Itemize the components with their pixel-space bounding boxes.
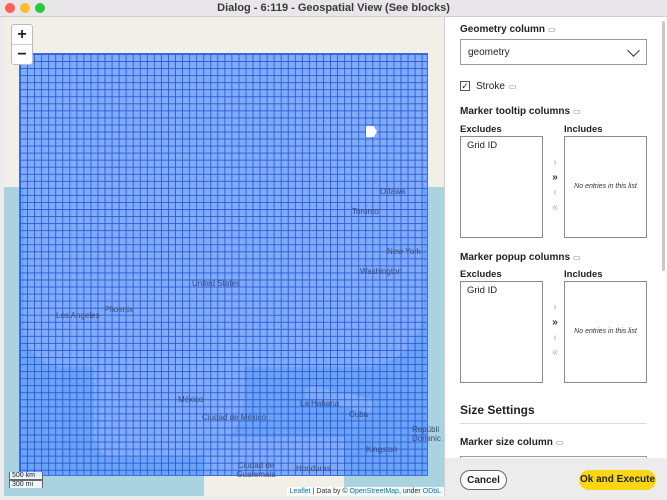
place-label: United States bbox=[192, 279, 241, 288]
zoom-out-button[interactable]: − bbox=[12, 44, 32, 64]
place-label: Phoenix bbox=[104, 305, 133, 314]
remove-selected-button[interactable]: ‹ bbox=[549, 185, 561, 200]
tooltip-transfer-buttons: › » ‹ « bbox=[549, 155, 561, 215]
list-item[interactable]: Grid ID bbox=[461, 137, 542, 154]
popup-columns-text: Marker popup columns bbox=[460, 252, 571, 263]
marker-size-text: Marker size column bbox=[460, 437, 553, 448]
info-icon: ▭ bbox=[573, 253, 581, 262]
place-label: Washington bbox=[360, 267, 402, 276]
popup-excludes-list[interactable]: Grid ID bbox=[460, 281, 543, 383]
info-icon: ▭ bbox=[573, 107, 581, 116]
place-label: La Habana bbox=[300, 399, 340, 408]
popup-excludes-header: Excludes bbox=[460, 269, 502, 280]
osm-link[interactable]: OpenStreetMap bbox=[350, 488, 399, 495]
marker-size-label: Marker size column ▭ bbox=[460, 437, 563, 448]
stroke-text: Stroke bbox=[476, 81, 505, 92]
geometry-column-label: Geometry column ▭ bbox=[460, 24, 556, 35]
place-label: Kingston bbox=[366, 445, 398, 454]
title-bar: Dialog - 6:119 - Geospatial View (See bl… bbox=[0, 0, 667, 17]
place-label: Ciudad de Guatemala bbox=[236, 461, 276, 479]
stroke-label: Stroke ▭ bbox=[476, 81, 516, 92]
scale-km: 500 km bbox=[9, 472, 43, 480]
remove-all-button[interactable]: « bbox=[549, 345, 561, 360]
odbl-link[interactable]: ODbL bbox=[423, 488, 441, 495]
info-icon: ▭ bbox=[548, 25, 556, 34]
cancel-button[interactable]: Cancel bbox=[460, 470, 507, 490]
popup-transfer-buttons: › » ‹ « bbox=[549, 300, 561, 360]
zoom-in-button[interactable]: + bbox=[12, 25, 32, 44]
empty-list-text: No entries in this list bbox=[574, 328, 637, 335]
tooltip-columns-label: Marker tooltip columns ▭ bbox=[460, 106, 581, 117]
add-selected-button[interactable]: › bbox=[549, 155, 561, 170]
map-attribution: Leaflet | Data by © OpenStreetMap, under… bbox=[286, 487, 444, 496]
place-label: New York bbox=[387, 247, 421, 256]
place-label: Ciudad de México bbox=[202, 413, 267, 422]
remove-selected-button[interactable]: ‹ bbox=[549, 330, 561, 345]
tooltip-includes-header: Includes bbox=[564, 124, 603, 135]
popup-includes-list[interactable]: No entries in this list bbox=[564, 281, 647, 383]
place-label: Toronto bbox=[352, 207, 379, 216]
section-divider bbox=[460, 423, 647, 424]
tooltip-excludes-list[interactable]: Grid ID bbox=[460, 136, 543, 238]
stroke-checkbox[interactable]: ✓ bbox=[460, 81, 470, 91]
window-title: Dialog - 6:119 - Geospatial View (See bl… bbox=[217, 2, 450, 14]
place-label: Repúbli Dominic bbox=[412, 425, 441, 443]
attribution-under: , under bbox=[398, 488, 421, 495]
dialog-footer: Cancel Ok and Execute bbox=[445, 458, 667, 500]
info-icon: ▭ bbox=[508, 82, 517, 91]
settings-panel: Geometry column ▭ geometry ✓ Stroke ▭ Mark… bbox=[445, 17, 667, 458]
add-all-button[interactable]: » bbox=[549, 170, 561, 185]
popup-columns-label: Marker popup columns ▭ bbox=[460, 252, 581, 263]
chevron-down-icon bbox=[627, 44, 640, 57]
remove-all-button[interactable]: « bbox=[549, 200, 561, 215]
popup-includes-header: Includes bbox=[564, 269, 603, 280]
add-selected-button[interactable]: › bbox=[549, 300, 561, 315]
list-item[interactable]: Grid ID bbox=[461, 282, 542, 299]
place-label: Los Angeles bbox=[56, 311, 100, 320]
tooltip-columns-text: Marker tooltip columns bbox=[460, 106, 571, 117]
geometry-column-select[interactable]: geometry bbox=[460, 39, 647, 65]
tooltip-excludes-header: Excludes bbox=[460, 124, 502, 135]
geometry-column-value: geometry bbox=[468, 47, 510, 58]
empty-list-text: No entries in this list bbox=[574, 183, 637, 190]
leaflet-link[interactable]: Leaflet bbox=[290, 488, 311, 495]
attribution-text: Data by © bbox=[316, 488, 348, 495]
zoom-control: + − bbox=[11, 24, 33, 65]
add-all-button[interactable]: » bbox=[549, 315, 561, 330]
place-label: México bbox=[178, 395, 204, 404]
place-label: Cuba bbox=[349, 410, 369, 419]
size-settings-heading: Size Settings bbox=[460, 403, 535, 417]
ok-execute-button[interactable]: Ok and Execute bbox=[579, 470, 656, 490]
tooltip-includes-list[interactable]: No entries in this list bbox=[564, 136, 647, 238]
map-view[interactable]: Ottawa Toronto New York Washington Unite… bbox=[4, 17, 444, 496]
info-icon: ▭ bbox=[555, 438, 564, 447]
scale-bar: 500 km 300 mi bbox=[9, 472, 43, 488]
panel-scrollbar[interactable] bbox=[662, 21, 665, 271]
scale-mi: 300 mi bbox=[9, 480, 43, 488]
geometry-column-text: Geometry column bbox=[460, 24, 546, 35]
place-label: Ottawa bbox=[380, 187, 406, 196]
place-label: Honduras bbox=[296, 464, 331, 473]
